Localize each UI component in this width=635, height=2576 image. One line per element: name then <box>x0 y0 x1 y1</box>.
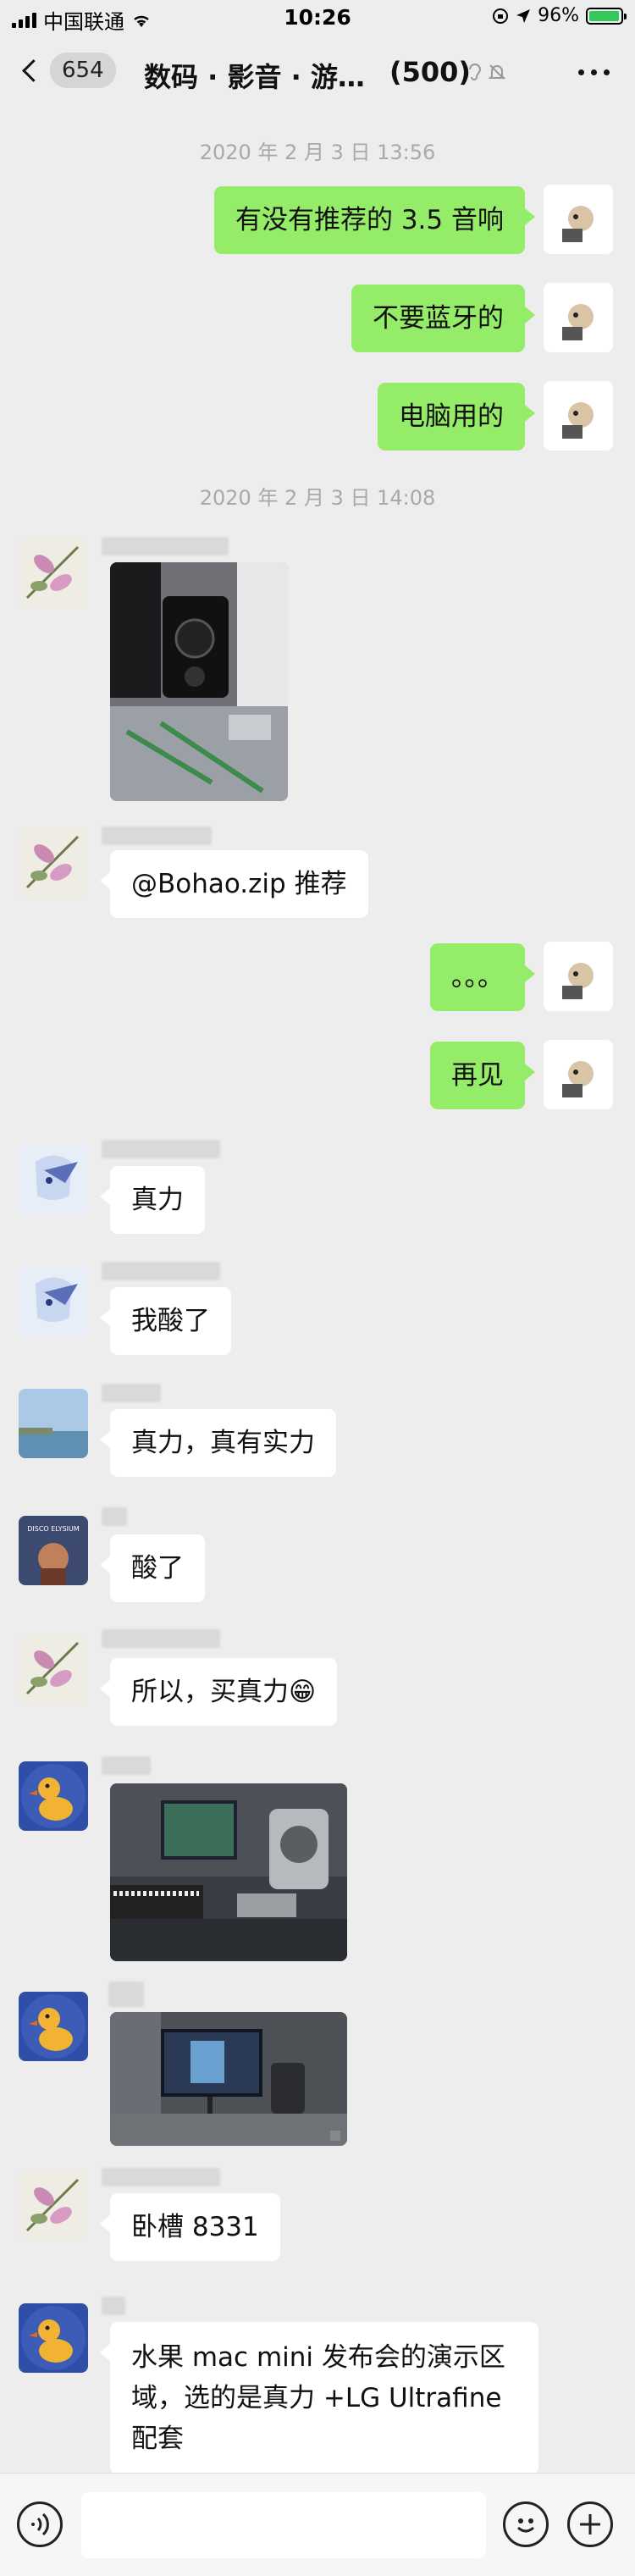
dot-icon <box>591 69 597 75</box>
status-right: 96% <box>492 5 627 26</box>
sender-name-blurred <box>102 1384 161 1402</box>
battery-fill <box>589 10 619 21</box>
chat-header: 654 数码 · 影音 · 游… (500) <box>0 37 635 108</box>
image-message[interactable] <box>110 562 288 801</box>
sender-name-blurred <box>102 1262 220 1280</box>
my-avatar[interactable] <box>544 283 613 352</box>
message-bubble-incoming[interactable]: 酸了 <box>100 1534 205 1602</box>
title-status-icons <box>467 63 506 81</box>
my-avatar[interactable] <box>544 185 613 254</box>
sender-name-blurred <box>102 2168 220 2186</box>
user-avatar-duck[interactable] <box>19 1992 88 2061</box>
voice-button[interactable] <box>17 2501 63 2547</box>
dot-icon <box>578 69 584 75</box>
disco-elysium-logo-text: DISCO ELYSIUM <box>27 1525 80 1533</box>
message-bubble-outgoing[interactable]: 再见 <box>430 1042 535 1109</box>
more-options-button[interactable] <box>578 69 610 75</box>
timestamp: 2020 年 2 月 3 日 14:08 <box>199 486 436 510</box>
member-count: (500) <box>389 56 472 88</box>
user-avatar-disco-elysium[interactable]: DISCO ELYSIUM <box>19 1516 88 1585</box>
mute-bell-icon <box>488 64 506 80</box>
chevron-left-icon <box>22 58 45 82</box>
sender-name-blurred <box>102 2297 125 2315</box>
emoji-icon <box>517 2518 534 2533</box>
my-avatar[interactable] <box>544 381 613 451</box>
message-bubble-incoming[interactable]: 卧槽 8331 <box>100 2193 280 2261</box>
message-bubble-incoming[interactable]: 我酸了 <box>100 1287 231 1355</box>
user-avatar-duck[interactable] <box>19 1761 88 1831</box>
unread-count-badge: 654 <box>50 53 116 88</box>
grin-emoji-icon: 😁 <box>289 1677 317 1707</box>
message-input[interactable] <box>81 2492 486 2558</box>
dot-icon <box>604 69 610 75</box>
message-bubble-outgoing[interactable]: 。。。 <box>430 943 535 1011</box>
message-bubble-incoming[interactable]: @Bohao.zip 推荐 <box>100 850 368 918</box>
chat-input-bar <box>0 2473 635 2576</box>
message-bubble-incoming[interactable]: 所以，买真力😁 <box>99 1658 338 1726</box>
timestamp: 2020 年 2 月 3 日 13:56 <box>199 141 436 164</box>
battery-percent: 96% <box>538 5 579 26</box>
message-bubble-incoming[interactable]: 真力 <box>100 1166 205 1234</box>
user-avatar-flower[interactable] <box>19 1634 88 1704</box>
message-bubble-outgoing[interactable]: 不要蓝牙的 <box>351 285 535 352</box>
user-avatar-flower[interactable] <box>19 2171 88 2241</box>
location-icon <box>516 8 531 23</box>
sender-name-blurred <box>102 826 212 845</box>
back-button[interactable]: 654 <box>20 53 116 88</box>
voice-icon <box>31 2512 49 2536</box>
emoji-button[interactable] <box>503 2501 549 2547</box>
sender-name-blurred <box>102 1507 127 1526</box>
image-message[interactable] <box>110 2012 347 2146</box>
sender-name-blurred <box>108 1982 144 2007</box>
user-avatar-seascape[interactable] <box>19 1389 88 1458</box>
ear-icon <box>469 64 482 80</box>
image-message[interactable] <box>110 1783 347 1961</box>
message-bubble-outgoing[interactable]: 有没有推荐的 3.5 音响 <box>213 186 536 254</box>
message-bubble-incoming[interactable]: 真力，真有实力 <box>100 1409 336 1477</box>
my-avatar[interactable] <box>544 942 613 1011</box>
sender-name-blurred <box>102 537 229 556</box>
plus-button[interactable] <box>567 2501 613 2547</box>
user-avatar-duck[interactable] <box>19 2303 88 2373</box>
sender-name-blurred <box>102 1140 220 1158</box>
orientation-lock-icon <box>493 8 509 24</box>
message-text: 所以，买真力 <box>131 1677 289 1707</box>
user-avatar-anime[interactable] <box>19 1267 88 1336</box>
message-bubble-outgoing[interactable]: 电脑用的 <box>378 383 535 451</box>
chat-title[interactable]: 数码 · 影音 · 游… <box>144 56 365 95</box>
user-avatar-flower[interactable] <box>19 828 88 898</box>
message-bubble-incoming[interactable]: 水果 mac mini 发布会的演示区域，选的是真力 +LG Ultrafine… <box>100 2322 538 2474</box>
user-avatar-anime[interactable] <box>19 1145 88 1214</box>
battery-icon <box>586 7 627 25</box>
my-avatar[interactable] <box>544 1040 613 1109</box>
status-bar: 中国联通 10:26 96% <box>0 0 635 37</box>
plus-icon <box>580 2514 600 2535</box>
sender-name-blurred <box>102 1756 151 1775</box>
sender-name-blurred <box>102 1629 220 1648</box>
user-avatar-flower[interactable] <box>19 539 88 608</box>
